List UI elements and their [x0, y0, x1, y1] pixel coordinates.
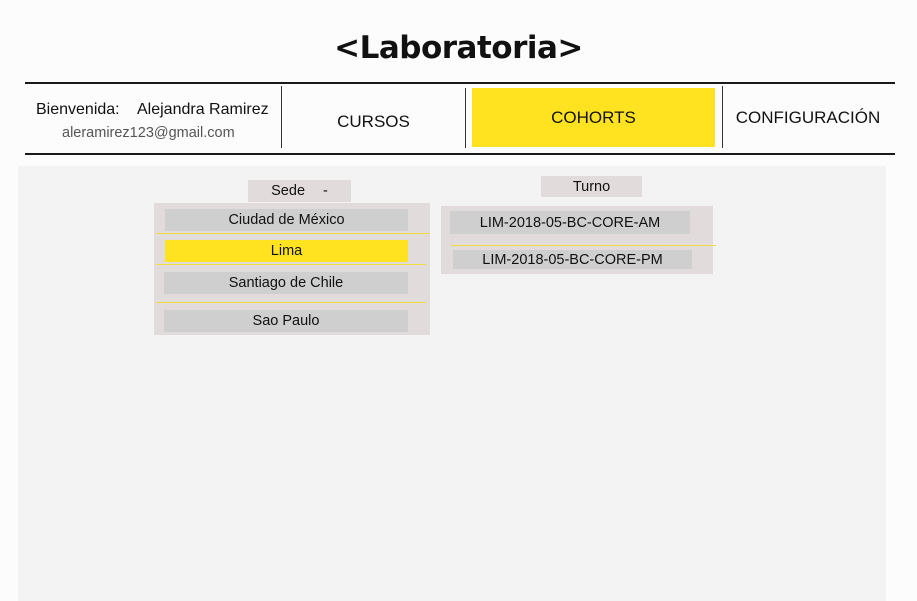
separator-line — [156, 302, 426, 303]
separator-line — [156, 264, 426, 265]
nav-divider — [465, 88, 466, 148]
sede-header-suffix: - — [323, 183, 328, 199]
welcome-label: Bienvenida: — [36, 101, 120, 118]
nav-tab-configuracion[interactable]: CONFIGURACIÓN — [724, 88, 892, 148]
sede-option[interactable]: Santiago de Chile — [164, 272, 408, 294]
separator-line — [451, 245, 716, 246]
user-email: aleramirez123@gmail.com — [62, 125, 235, 141]
sede-option[interactable]: Ciudad de México — [165, 209, 408, 231]
header-bottom-divider — [25, 153, 895, 155]
sede-dropdown-header[interactable]: Sede - — [248, 180, 351, 202]
header-top-divider — [25, 82, 895, 84]
turno-option[interactable]: LIM-2018-05-BC-CORE-AM — [450, 211, 690, 234]
sede-option[interactable]: Sao Paulo — [164, 310, 408, 332]
user-name: Alejandra Ramirez — [137, 101, 269, 118]
separator-line — [156, 233, 430, 234]
nav-tab-cursos[interactable]: CURSOS — [282, 92, 465, 152]
sede-option-selected[interactable]: Lima — [165, 240, 408, 262]
turno-option[interactable]: LIM-2018-05-BC-CORE-PM — [453, 250, 692, 269]
nav-tab-cohorts[interactable]: COHORTS — [472, 88, 715, 147]
laboratoria-logo: <Laboratoria> — [334, 30, 583, 66]
sede-header-label: Sede — [271, 183, 306, 199]
turno-dropdown-header[interactable]: Turno — [541, 176, 642, 197]
nav-divider — [722, 86, 723, 148]
